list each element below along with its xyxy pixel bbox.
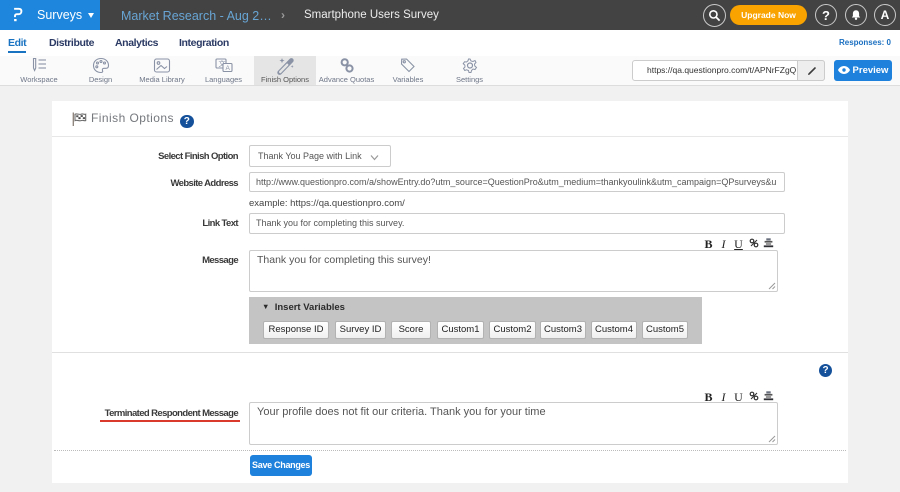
svg-text:A: A xyxy=(225,65,230,72)
